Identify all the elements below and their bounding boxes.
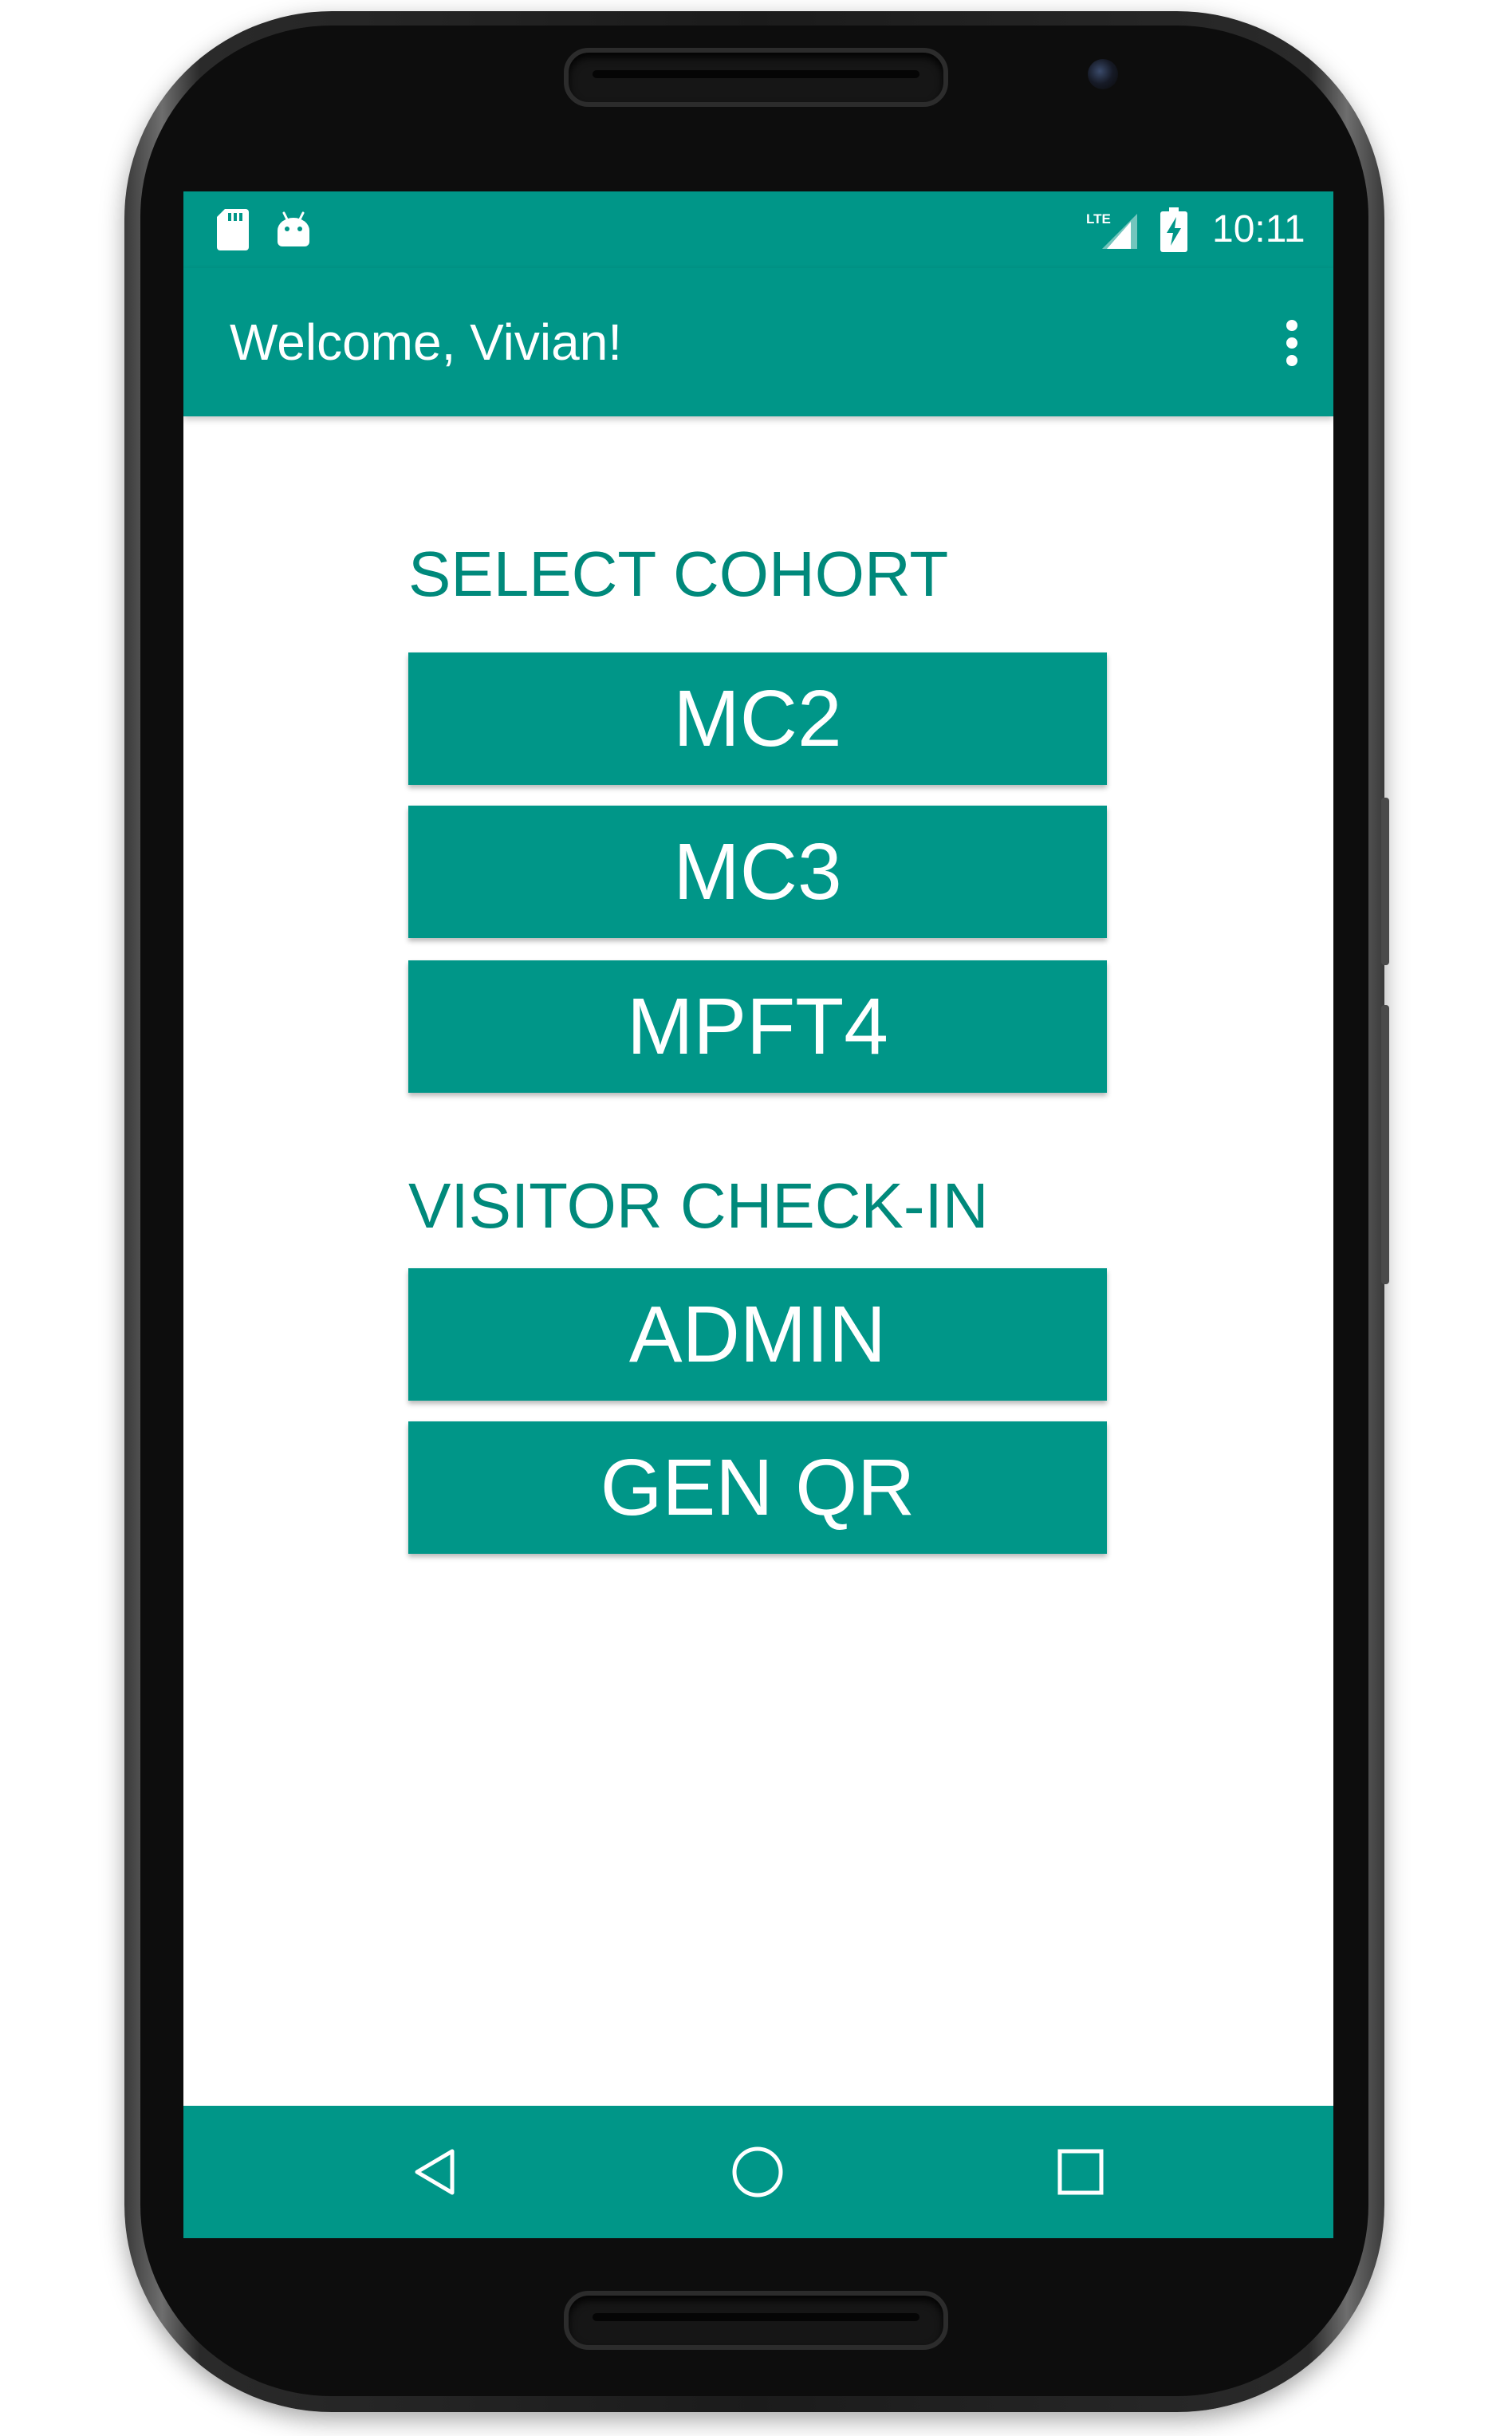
more-vert-icon bbox=[1286, 320, 1297, 366]
volume-button bbox=[1381, 1005, 1389, 1284]
visitor-check-in-heading: VISITOR CHECK-IN bbox=[408, 1170, 989, 1241]
admin-button[interactable]: ADMIN bbox=[408, 1268, 1107, 1401]
cohort-button-mpft4[interactable]: MPFT4 bbox=[408, 960, 1107, 1093]
cohort-button-mc2[interactable]: MC2 bbox=[408, 652, 1107, 785]
lte-label: LTE bbox=[1086, 211, 1111, 227]
recents-square-icon bbox=[1057, 2149, 1104, 2195]
sd-card-icon bbox=[215, 206, 250, 254]
status-clock: 10:11 bbox=[1212, 208, 1305, 250]
front-camera bbox=[1088, 59, 1118, 89]
overflow-menu-button[interactable] bbox=[1262, 313, 1322, 373]
back-triangle-icon bbox=[415, 2149, 455, 2195]
app-title: Welcome, Vivian! bbox=[230, 313, 623, 371]
status-bar: LTE 10:11 bbox=[183, 191, 1333, 268]
nav-home-button[interactable] bbox=[718, 2132, 797, 2212]
battery-charging-icon bbox=[1158, 206, 1190, 254]
bottom-speaker bbox=[564, 2291, 948, 2350]
nav-back-button[interactable] bbox=[395, 2132, 474, 2212]
top-speaker bbox=[564, 48, 948, 107]
android-debug-icon bbox=[273, 206, 314, 254]
home-circle-icon bbox=[732, 2146, 783, 2198]
navigation-bar bbox=[183, 2106, 1333, 2238]
app-bar: Welcome, Vivian! bbox=[183, 268, 1333, 416]
lte-signal-icon: LTE bbox=[1085, 206, 1140, 254]
cohort-button-mc3[interactable]: MC3 bbox=[408, 806, 1107, 938]
gen-qr-button[interactable]: GEN QR bbox=[408, 1421, 1107, 1554]
power-button bbox=[1381, 798, 1389, 965]
select-cohort-heading: SELECT COHORT bbox=[408, 538, 949, 609]
screen: LTE 10:11 Welcome, Vivian! SELECT COHORT bbox=[183, 191, 1333, 2238]
nav-recents-button[interactable] bbox=[1041, 2132, 1120, 2212]
